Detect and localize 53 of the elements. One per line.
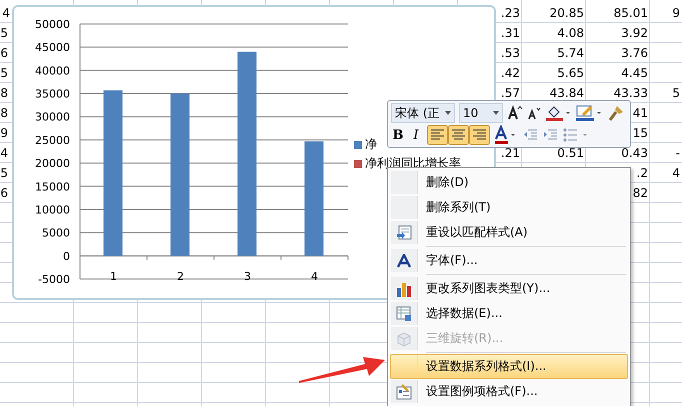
axis-label: -5000 xyxy=(38,273,70,286)
legend-label: 净 xyxy=(365,138,377,151)
table-cell: 4 xyxy=(2,6,10,20)
table-cell: 41 xyxy=(632,106,648,120)
table-cell: .21 xyxy=(500,146,520,160)
table-cell: 15 xyxy=(632,126,648,140)
axis-label: 20000 xyxy=(35,157,70,170)
table-cell: 8 xyxy=(0,86,8,100)
table-cell: 5.65 xyxy=(557,66,584,80)
table-cell: 4 xyxy=(0,146,8,160)
table-cell: 20.85 xyxy=(550,6,584,20)
table-cell: 4.08 xyxy=(557,26,584,40)
axis-label: 45000 xyxy=(35,41,70,54)
axis-label: 30000 xyxy=(35,110,70,124)
axis-label: 3 xyxy=(244,270,251,283)
table-cell: .53 xyxy=(500,46,520,60)
table-cell: .57 xyxy=(500,86,520,100)
table-cell: 5 xyxy=(0,66,8,80)
table-cell: .23 xyxy=(500,6,520,20)
table-cell: 0.51 xyxy=(557,146,584,160)
table-cell: 0.43 xyxy=(621,146,648,160)
axis-label: 4 xyxy=(311,270,318,283)
table-cell: 4.45 xyxy=(621,66,648,80)
table-cell: 9 xyxy=(0,126,8,140)
table-cell: - xyxy=(676,146,680,160)
table-cell: 3.76 xyxy=(621,46,648,60)
axis-label: 5000 xyxy=(42,226,70,240)
axis-label: 0 xyxy=(63,250,70,263)
table-cell: .42 xyxy=(500,66,520,80)
table-cell: 3.92 xyxy=(621,26,648,40)
table-cell: 5 xyxy=(0,26,8,40)
table-cell: 82 xyxy=(632,186,648,200)
table-cell: 85.01 xyxy=(614,6,648,20)
table-cell: 5 xyxy=(672,86,680,100)
table-cell: 5 xyxy=(0,166,8,180)
table-cell: 5.74 xyxy=(557,46,584,60)
table-cell: 43.84 xyxy=(550,86,584,100)
table-cell: .31 xyxy=(500,26,520,40)
axis-label: 50000 xyxy=(35,18,70,31)
table-cell: 6 xyxy=(0,186,8,200)
axis-label: 10000 xyxy=(35,203,70,216)
table-cell: 43.33 xyxy=(614,86,648,100)
table-cell: 4 xyxy=(672,166,680,180)
axis-label: 1 xyxy=(110,270,117,283)
table-cell: 9 xyxy=(672,6,680,20)
axis-label: 25000 xyxy=(35,134,70,147)
table-cell: .2 xyxy=(636,166,648,180)
axis-label: 35000 xyxy=(35,88,70,101)
axis-label: 15000 xyxy=(35,180,70,194)
table-cell: 8 xyxy=(0,106,8,120)
axis-label: 2 xyxy=(177,270,184,283)
axis-label: 40000 xyxy=(35,64,70,78)
table-cell: 6 xyxy=(0,46,8,60)
